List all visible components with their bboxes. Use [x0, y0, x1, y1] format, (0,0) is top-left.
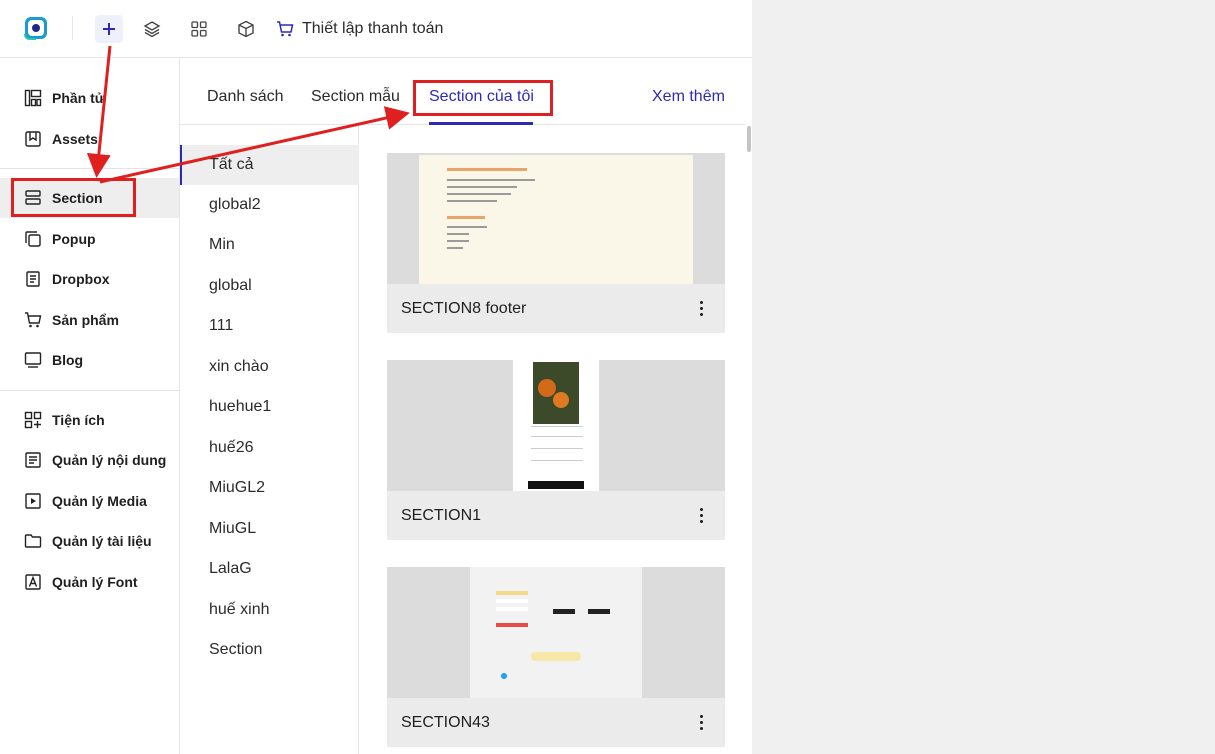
category-item[interactable]: Min	[180, 225, 359, 265]
sidebar-item-label: Popup	[52, 231, 96, 247]
page-root: Thiết lập thanh toán Phần tử Assets Sect…	[0, 0, 1215, 754]
section-thumbnail	[387, 567, 725, 698]
sidebar-item-label: Section	[52, 190, 103, 206]
sidebar-item-document-manager[interactable]: Quản lý tài liệu	[0, 521, 179, 561]
section-card[interactable]: SECTION43	[387, 567, 725, 747]
layers-icon	[143, 21, 161, 38]
sidebar-item-blog[interactable]: Blog	[0, 340, 179, 380]
category-item[interactable]: global	[180, 266, 359, 306]
category-item[interactable]: huế xinh	[180, 590, 359, 630]
category-item[interactable]: 111	[180, 306, 359, 346]
blog-icon	[24, 351, 42, 369]
tab-my-sections[interactable]: Section của tôi	[429, 88, 534, 106]
category-item[interactable]: LalaG	[180, 549, 359, 589]
add-button[interactable]	[95, 15, 123, 43]
grid-icon	[191, 21, 207, 37]
package-icon	[238, 20, 254, 38]
top-toolbar: Thiết lập thanh toán	[0, 0, 987, 58]
app-logo-icon[interactable]	[22, 14, 50, 42]
section-card-list: SECTION8 footer SECTION1 SECTION43	[387, 125, 725, 754]
elements-icon	[24, 89, 42, 107]
media-icon	[24, 492, 42, 510]
category-item[interactable]: huế26	[180, 428, 359, 468]
left-sidebar: Phần tử Assets Section Popup Dropbox Sản…	[0, 58, 180, 754]
folder-icon	[24, 532, 42, 550]
section-card-title: SECTION43	[401, 713, 490, 731]
assets-icon	[24, 130, 42, 148]
sidebar-item-label: Sản phẩm	[52, 312, 119, 328]
section-thumbnail	[387, 360, 725, 491]
sidebar-item-dropbox[interactable]: Dropbox	[0, 259, 179, 299]
popup-icon	[24, 230, 42, 248]
widgets-button[interactable]	[185, 15, 213, 43]
sidebar-item-assets[interactable]: Assets	[0, 119, 179, 159]
category-item[interactable]: xin chào	[180, 347, 359, 387]
tab-section-templates[interactable]: Section mẫu	[311, 88, 400, 106]
section-card[interactable]: SECTION1	[387, 360, 725, 540]
section-card-footer: SECTION8 footer	[387, 284, 725, 333]
category-item[interactable]: MiuGL2	[180, 468, 359, 508]
category-item[interactable]: Section	[180, 630, 359, 670]
sidebar-item-label: Assets	[52, 131, 98, 147]
sidebar-item-content-manager[interactable]: Quản lý nội dung	[0, 440, 179, 480]
sidebar-item-label: Quản lý Media	[52, 493, 147, 509]
checkout-settings-label: Thiết lập thanh toán	[302, 20, 444, 37]
sidebar-item-section[interactable]: Section	[0, 178, 179, 218]
more-options-icon[interactable]	[691, 506, 711, 526]
sidebar-item-label: Quản lý tài liệu	[52, 533, 152, 549]
sidebar-item-label: Quản lý Font	[52, 574, 138, 590]
cart-icon	[277, 21, 294, 37]
sidebar-item-font-manager[interactable]: Quản lý Font	[0, 562, 179, 602]
section-icon	[24, 189, 42, 207]
sidebar-divider	[0, 168, 179, 169]
editor-canvas[interactable]	[752, 0, 1215, 754]
sidebar-item-utilities[interactable]: Tiện ích	[0, 400, 179, 440]
section-tabs: Danh sách Section mẫu Section của tôi Xe…	[180, 58, 745, 125]
sidebar-item-label: Dropbox	[52, 271, 110, 287]
section-card-footer: SECTION1	[387, 491, 725, 540]
dropbox-icon	[24, 270, 42, 288]
plus-icon	[103, 23, 115, 35]
section-card-title: SECTION1	[401, 506, 482, 524]
cart-icon	[24, 311, 42, 329]
section-card[interactable]: SECTION8 footer	[387, 153, 725, 333]
sidebar-item-label: Blog	[52, 352, 84, 368]
category-item[interactable]: Tất cả	[180, 145, 359, 185]
category-list: Tất cả global2 Min global 111 xin chào h…	[180, 125, 359, 754]
section-thumbnail	[387, 153, 725, 284]
checkout-settings-button[interactable]: Thiết lập thanh toán	[276, 15, 443, 43]
more-options-icon[interactable]	[691, 299, 711, 319]
tab-list[interactable]: Danh sách	[207, 88, 284, 106]
sidebar-item-label: Tiện ích	[52, 412, 105, 428]
product-box-button[interactable]	[232, 15, 260, 43]
sidebar-item-popup[interactable]: Popup	[0, 219, 179, 259]
category-item[interactable]: global2	[180, 185, 359, 225]
sidebar-item-elements[interactable]: Phần tử	[0, 78, 179, 118]
layers-button[interactable]	[138, 15, 166, 43]
section-panel: Danh sách Section mẫu Section của tôi Xe…	[180, 58, 752, 754]
category-item[interactable]: huehue1	[180, 387, 359, 427]
sidebar-item-media-manager[interactable]: Quản lý Media	[0, 481, 179, 521]
toolbar-divider	[72, 16, 73, 40]
section-card-title: SECTION8 footer	[401, 299, 527, 317]
font-icon	[24, 573, 42, 591]
sidebar-divider	[0, 390, 179, 391]
apps-icon	[24, 411, 42, 429]
more-options-icon[interactable]	[691, 713, 711, 733]
view-more-link[interactable]: Xem thêm	[652, 88, 725, 106]
panel-scrollbar[interactable]	[747, 126, 751, 152]
category-item[interactable]: MiuGL	[180, 509, 359, 549]
content-icon	[24, 451, 42, 469]
sidebar-item-products[interactable]: Sản phẩm	[0, 300, 179, 340]
sidebar-item-label: Phần tử	[52, 90, 105, 106]
sidebar-item-label: Quản lý nội dung	[52, 452, 167, 468]
section-card-footer: SECTION43	[387, 698, 725, 747]
